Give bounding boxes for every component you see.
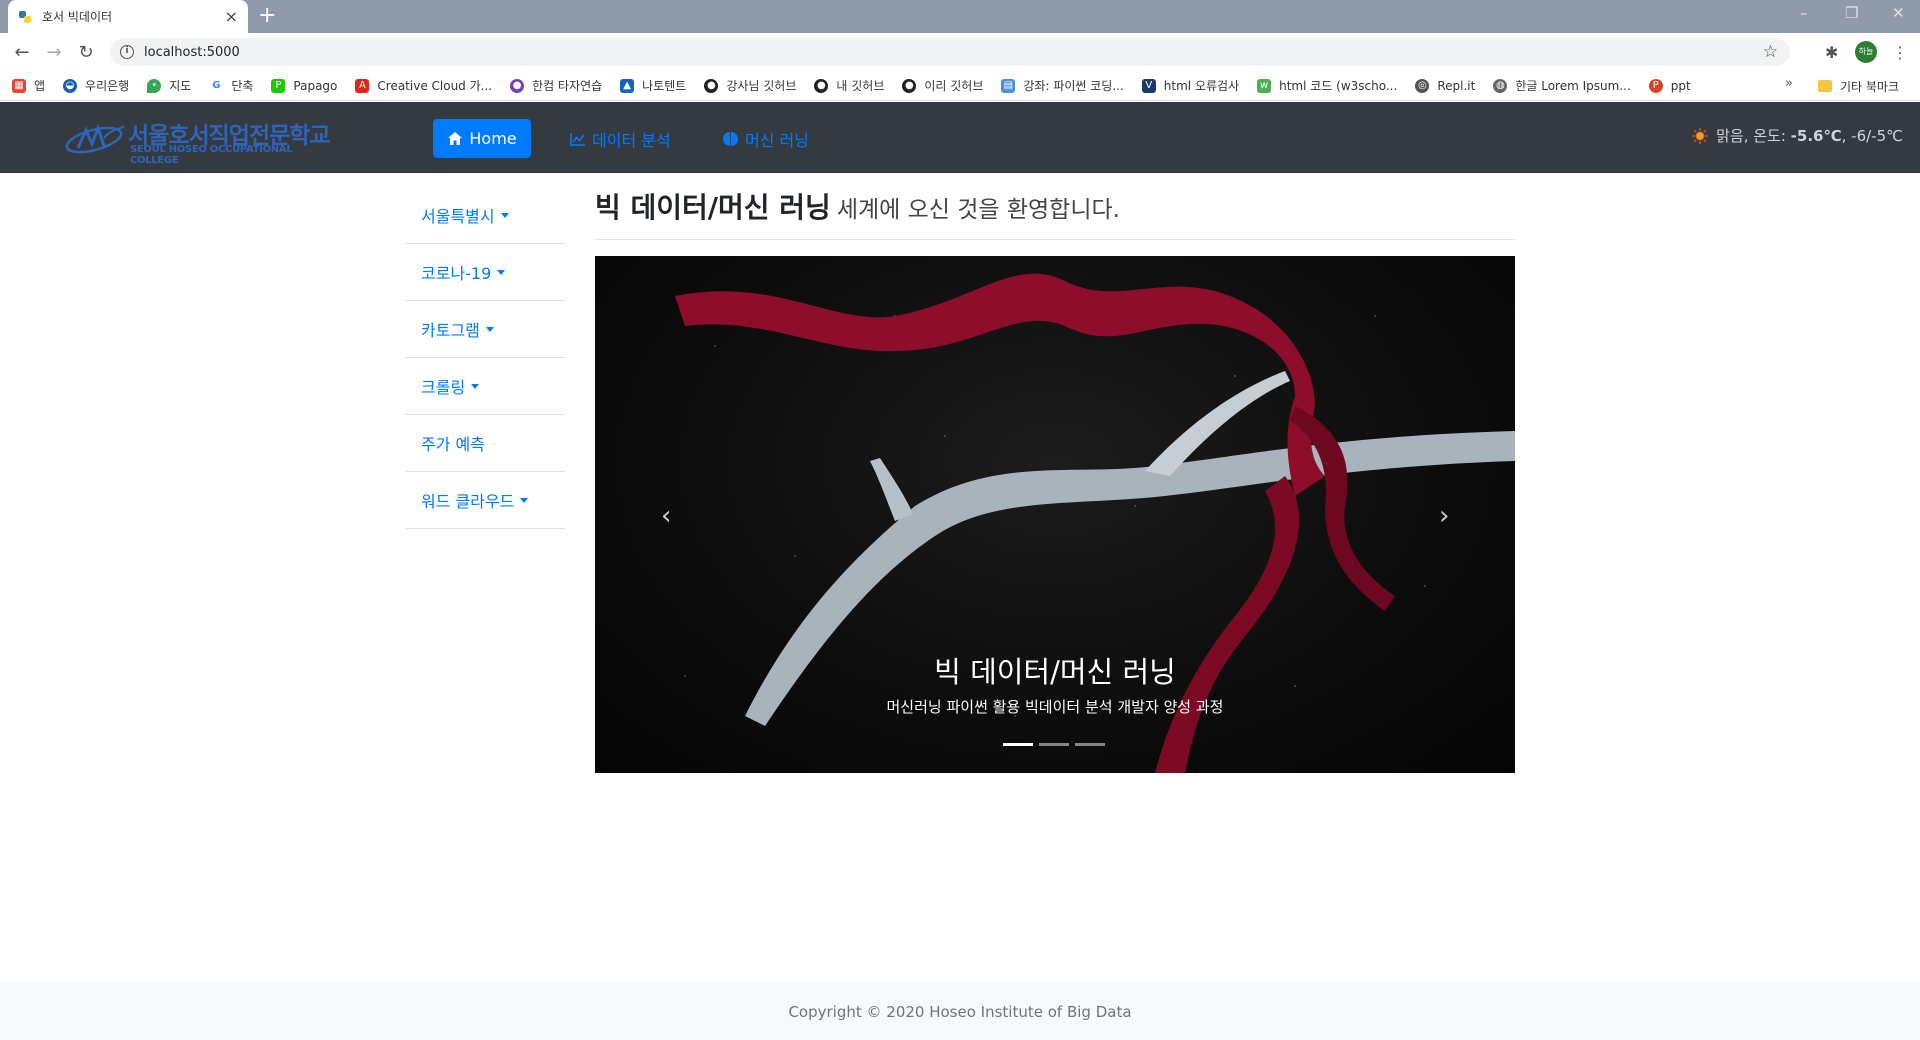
- bookmark-item[interactable]: ◎ Repl.it: [1415, 78, 1475, 93]
- bookmark-item[interactable]: G 단축: [209, 77, 253, 94]
- browser-tab-strip: 호서 빅데이터 × + – ❐ ✕: [0, 0, 1920, 33]
- line-chart-icon: [570, 132, 585, 146]
- site-navbar: 서울호서직업전문학교 SEOUL HOSEO OCCUPATIONAL COLL…: [0, 102, 1920, 173]
- folder-icon: [1818, 80, 1832, 92]
- woori-bank-icon: ◒: [63, 78, 78, 93]
- bookmark-item[interactable]: Vhtml 오류검사: [1141, 77, 1239, 94]
- heading-strong: 빅 데이터/머신 러닝: [595, 191, 831, 224]
- nato-tent-icon: ▲: [620, 78, 635, 93]
- papago-icon: P: [271, 78, 286, 93]
- github-icon: ●: [704, 78, 719, 93]
- python-favicon-icon: [19, 10, 31, 23]
- sidebar-item-word-cloud[interactable]: 워드 클라우드: [405, 472, 565, 529]
- image-carousel[interactable]: ‹ › 빅 데이터/머신 러닝 머신러닝 파이썬 활용 빅데이터 분석 개발자 …: [595, 256, 1515, 773]
- site-info-icon[interactable]: i: [120, 45, 134, 59]
- carousel-indicator[interactable]: [1039, 743, 1069, 746]
- bookmarks-overflow-icon[interactable]: »: [1785, 76, 1793, 91]
- sidebar-item-covid19[interactable]: 코로나-19: [405, 244, 565, 301]
- course-icon: ▤: [1001, 78, 1016, 93]
- nav-machine-learning-link[interactable]: 머신 러닝: [722, 119, 809, 158]
- weather-temperature: -5.6℃: [1790, 127, 1842, 145]
- bookmark-item[interactable]: ◍ 한글 Lorem Ipsum...: [1493, 77, 1631, 94]
- bookmark-apps[interactable]: ▦ 앱: [12, 77, 45, 94]
- hancom-icon: ●: [510, 78, 525, 93]
- heading-subtext: 세계에 오신 것을 환영합니다.: [836, 197, 1120, 223]
- nav-home-button[interactable]: Home: [433, 119, 531, 158]
- sidebar-item-crawling[interactable]: 크롤링: [405, 358, 565, 415]
- tab-title: 호서 빅데이터: [42, 10, 113, 24]
- bookmark-item[interactable]: ● 강사님 깃허브: [704, 77, 796, 94]
- apps-grid-icon: ▦: [12, 78, 26, 93]
- brain-icon: [723, 131, 738, 146]
- menu-kebab-icon[interactable]: ⋮: [1892, 43, 1908, 62]
- page-footer: Copyright © 2020 Hoseo Institute of Big …: [0, 983, 1920, 1040]
- w3schools-icon: w: [1257, 78, 1272, 93]
- bookmark-item[interactable]: P Papago: [271, 78, 337, 93]
- bookmark-item[interactable]: ● 내 깃허브: [814, 77, 884, 94]
- back-icon[interactable]: ←: [6, 42, 38, 63]
- restore-icon[interactable]: ❐: [1845, 4, 1858, 22]
- bookmark-item[interactable]: ▲ 나토텐트: [620, 77, 686, 94]
- carousel-caption-title: 빅 데이터/머신 러닝: [934, 655, 1176, 689]
- sun-icon: [1692, 127, 1709, 144]
- nav-data-analysis-link[interactable]: 데이터 분석: [570, 119, 671, 158]
- profile-avatar[interactable]: 하늘: [1855, 41, 1877, 63]
- tab-close-icon[interactable]: ×: [225, 7, 238, 26]
- bookmark-item[interactable]: A Creative Cloud 가...: [355, 77, 492, 94]
- college-emblem-icon: [65, 123, 125, 154]
- carousel-indicators: [1003, 743, 1105, 746]
- caret-down-icon: [500, 212, 509, 218]
- college-logo[interactable]: 서울호서직업전문학교 SEOUL HOSEO OCCUPATIONAL COLL…: [64, 114, 334, 166]
- sidebar-menu: 서울특별시 코로나-19 카토그램 크롤링 주가 예측 워드 클라우드: [405, 187, 565, 529]
- carousel-next-icon[interactable]: ›: [1439, 501, 1449, 531]
- bookmark-item[interactable]: ▤ 강좌: 파이썬 코딩...: [1001, 77, 1124, 94]
- caret-down-icon: [485, 326, 494, 332]
- bookmark-item[interactable]: ● 한컴 타자연습: [510, 77, 602, 94]
- powerpoint-icon: P: [1648, 78, 1663, 93]
- copyright-text: Copyright © 2020 Hoseo Institute of Big …: [788, 1002, 1132, 1021]
- page-heading: 빅 데이터/머신 러닝 세계에 오신 것을 환영합니다.: [595, 186, 1515, 240]
- sidebar-item-stock-prediction[interactable]: 주가 예측: [405, 415, 565, 472]
- caret-down-icon: [520, 497, 529, 503]
- map-pin-icon: •: [147, 78, 162, 93]
- url-bar[interactable]: i localhost:5000 ☆: [110, 38, 1790, 66]
- home-icon: [448, 132, 463, 145]
- globe-icon: ◍: [1493, 78, 1508, 93]
- replit-icon: ◎: [1415, 78, 1430, 93]
- caret-down-icon: [471, 383, 480, 389]
- bookmark-star-icon[interactable]: ☆: [1763, 42, 1778, 62]
- bookmarks-bar: ▦ 앱 ◒ 우리은행 • 지도 G 단축 P Papago A Creative Cloud…: [0, 71, 1920, 101]
- other-bookmarks[interactable]: 기타 북마크: [1818, 71, 1899, 101]
- github-icon: ●: [902, 78, 917, 93]
- logo-english-text: SEOUL HOSEO OCCUPATIONAL COLLEGE: [130, 144, 293, 166]
- bookmark-item[interactable]: ◒ 우리은행: [63, 77, 129, 94]
- bookmark-item[interactable]: ● 이리 깃허브: [902, 77, 983, 94]
- bookmark-item[interactable]: • 지도: [147, 77, 191, 94]
- window-close-icon[interactable]: ✕: [1892, 4, 1905, 22]
- caret-down-icon: [497, 269, 506, 275]
- carousel-indicator[interactable]: [1075, 743, 1105, 746]
- carousel-prev-icon[interactable]: ‹: [661, 501, 671, 531]
- url-text: localhost:5000: [144, 44, 240, 60]
- address-toolbar: ← → ↻ i localhost:5000 ☆: [0, 33, 1920, 71]
- bookmark-item[interactable]: Pppt: [1648, 78, 1691, 93]
- github-icon: ●: [814, 78, 829, 93]
- w3c-validator-icon: V: [1141, 78, 1156, 93]
- carousel-indicator[interactable]: [1003, 743, 1033, 746]
- carousel-caption-text: 머신러닝 파이썬 활용 빅데이터 분석 개발자 양성 과정: [886, 698, 1224, 716]
- sidebar-item-seoul[interactable]: 서울특별시: [405, 187, 565, 244]
- weather-text: 맑음, 온도: -5.6℃, -6/-5℃: [1716, 127, 1903, 145]
- new-tab-icon[interactable]: +: [258, 4, 276, 28]
- reload-icon[interactable]: ↻: [70, 42, 102, 63]
- adobe-icon: A: [355, 78, 370, 93]
- browser-tab[interactable]: 호서 빅데이터 ×: [8, 0, 248, 33]
- bookmark-item[interactable]: w html 코드 (w3scho...: [1257, 77, 1397, 94]
- extensions-icon[interactable]: ✱: [1825, 43, 1838, 62]
- forward-icon[interactable]: →: [38, 42, 70, 63]
- sidebar-item-cartogram[interactable]: 카토그램: [405, 301, 565, 358]
- google-icon: G: [209, 78, 224, 93]
- weather-widget: 맑음, 온도: -5.6℃, -6/-5℃: [1692, 125, 1903, 146]
- minimize-icon[interactable]: –: [1800, 4, 1808, 22]
